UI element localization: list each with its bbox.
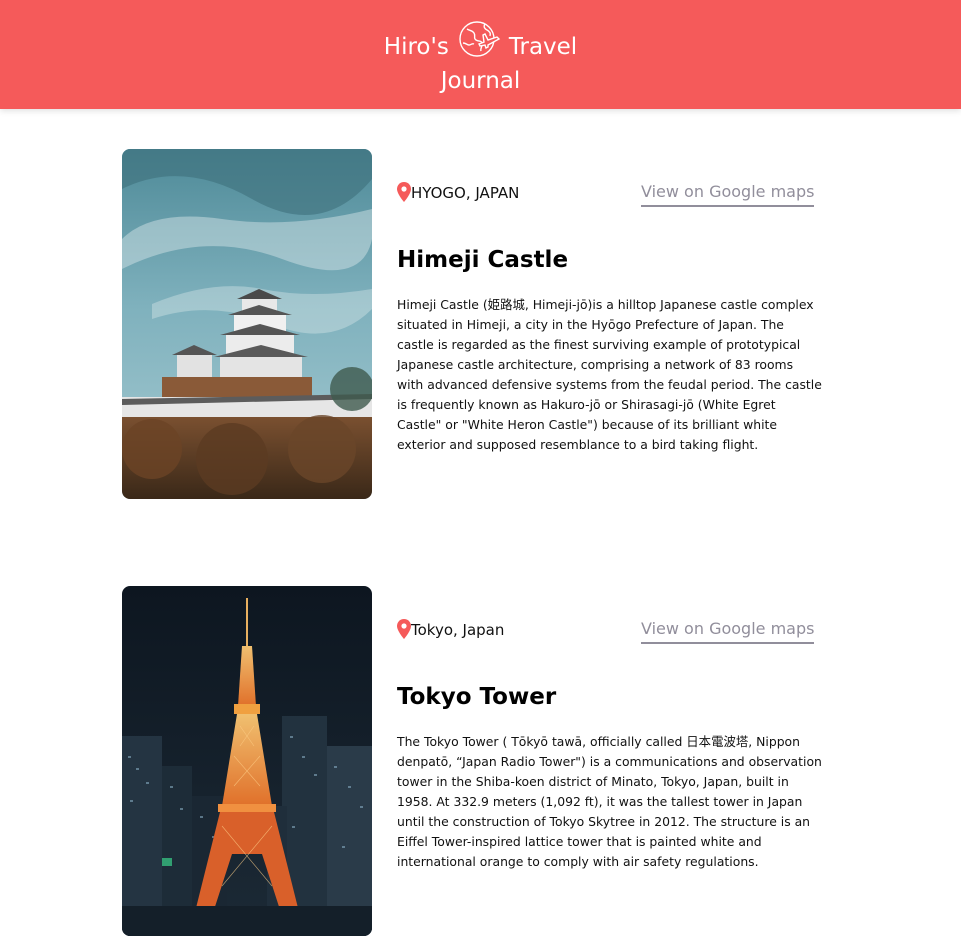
entry-title: Tokyo Tower <box>397 684 557 710</box>
himeji-castle-photo <box>122 149 372 499</box>
entry-description: The Tokyo Tower ( Tōkyō tawā, officially… <box>397 734 822 869</box>
site-title-line1: Hiro's Travel <box>0 20 961 64</box>
entry-title: Himeji Castle <box>397 247 569 273</box>
journal-entry: HYOGO, JAPAN View on Google maps Himeji … <box>122 149 822 499</box>
google-maps-link[interactable]: View on Google maps <box>641 181 815 207</box>
map-pin-icon <box>397 181 411 202</box>
site-title-part1: Hiro's <box>383 34 449 60</box>
site-title-line2: Journal <box>440 68 521 94</box>
site-title-part2: Travel <box>508 34 578 60</box>
site-header: Hiro's Travel Journal <box>0 0 961 109</box>
globe-plane-icon <box>455 15 503 63</box>
entry-description: Himeji Castle (姫路城, Himeji-jō)is a hillt… <box>397 297 822 452</box>
location-text: HYOGO, JAPAN <box>411 184 520 202</box>
location: HYOGO, JAPAN <box>397 181 519 205</box>
google-maps-link[interactable]: View on Google maps <box>641 618 815 644</box>
map-pin-icon <box>397 618 411 639</box>
location: Tokyo, Japan <box>397 618 504 642</box>
location-text: Tokyo, Japan <box>411 621 505 639</box>
tokyo-tower-photo <box>122 586 372 936</box>
journal-entry: Tokyo, Japan View on Google maps Tokyo T… <box>122 586 822 936</box>
